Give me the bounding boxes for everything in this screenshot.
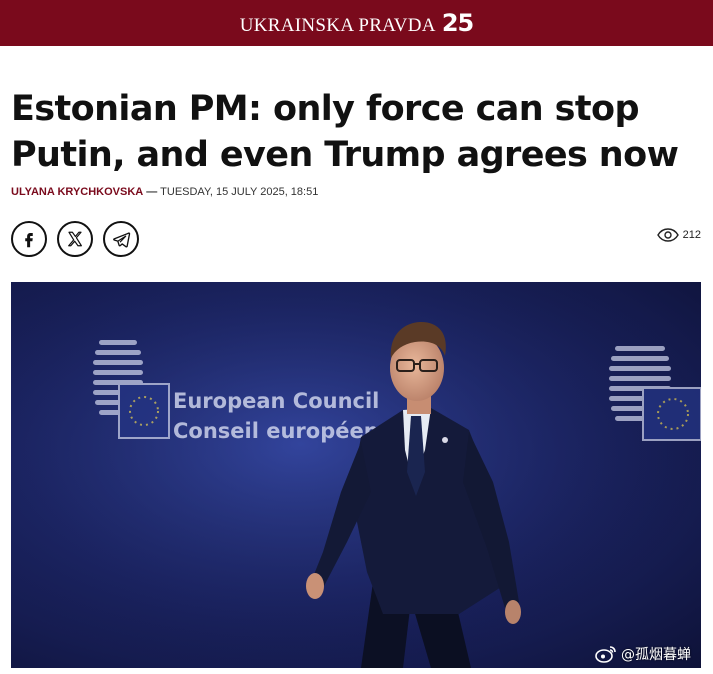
weibo-icon (595, 646, 616, 663)
sign-line-2: Conseil européen (173, 419, 379, 443)
byline-separator: — (146, 186, 158, 198)
watermark-text: @孤烟暮蝉 (621, 647, 691, 663)
telegram-icon (112, 231, 130, 248)
share-buttons (11, 221, 139, 257)
site-logo[interactable]: UKRAINSKA PRAVDA 25 (239, 9, 474, 37)
eye-icon (656, 228, 679, 242)
share-facebook-button[interactable] (11, 221, 47, 257)
publish-date: TUESDAY, 15 JULY 2025, 18:51 (160, 186, 319, 198)
facebook-icon (25, 233, 33, 248)
article-hero-image[interactable]: European Council Conseil européen @孤烟暮蝉 (11, 282, 701, 668)
x-icon (68, 231, 82, 247)
views-count: 212 (682, 229, 701, 241)
brand-name: UKRAINSKA PRAVDA (239, 15, 436, 36)
brand-anniversary-number: 25 (441, 9, 474, 37)
hero-photo-illustration: European Council Conseil européen (11, 282, 701, 668)
weibo-watermark: @孤烟暮蝉 (595, 644, 691, 664)
author-link[interactable]: ULYANA KRYCHKOVSKA (11, 186, 143, 198)
share-x-button[interactable] (57, 221, 93, 257)
article-title: Estonian PM: only force can stop Putin, … (11, 89, 679, 175)
share-telegram-button[interactable] (103, 221, 139, 257)
site-header: UKRAINSKA PRAVDA 25 (0, 0, 713, 46)
article-byline: ULYANA KRYCHKOVSKA — TUESDAY, 15 JULY 20… (11, 186, 318, 198)
view-counter: 212 (656, 228, 701, 242)
sign-line-1: European Council (173, 389, 379, 413)
